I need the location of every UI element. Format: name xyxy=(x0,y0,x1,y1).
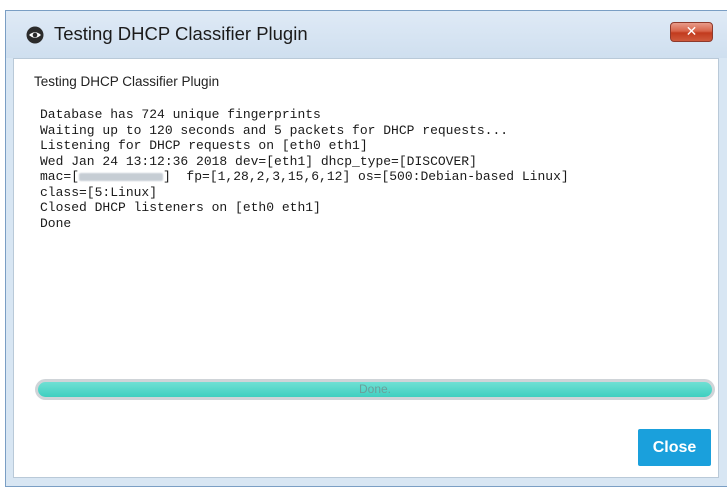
log-line: class=[5:Linux] xyxy=(40,184,158,200)
window-title: Testing DHCP Classifier Plugin xyxy=(54,23,308,44)
dialog-window: Testing DHCP Classifier Plugin ✕ Testing… xyxy=(5,10,727,487)
progress-bar: Done. xyxy=(35,379,715,400)
window-close-button[interactable]: ✕ xyxy=(670,22,713,42)
log-line: Waiting up to 120 seconds and 5 packets … xyxy=(40,122,509,138)
log-line: Closed DHCP listeners on [eth0 eth1] xyxy=(40,200,321,215)
log-output: Database has 724 unique fingerprints Wai… xyxy=(40,107,569,231)
log-line: Listening for DHCP requests on [eth0 eth… xyxy=(40,138,368,153)
title-bar[interactable]: Testing DHCP Classifier Plugin ✕ xyxy=(6,11,727,58)
progress-label: Done. xyxy=(358,382,392,396)
close-icon: ✕ xyxy=(685,24,698,40)
dialog-heading: Testing DHCP Classifier Plugin xyxy=(34,74,220,89)
log-line: Wed Jan 24 13:12:36 2018 dev=[eth1] dhcp… xyxy=(40,153,477,169)
close-button[interactable]: Close xyxy=(638,429,711,466)
log-line: ] fp=[1,28,2,3,15,6,12] os=[500:Debian-b… xyxy=(163,169,569,184)
dialog-content: Testing DHCP Classifier Plugin Database … xyxy=(13,58,719,478)
log-line: Done xyxy=(40,215,72,231)
log-line: mac=[ xyxy=(40,169,80,184)
app-eye-icon xyxy=(26,26,44,44)
log-line: Database has 724 unique fingerprints xyxy=(40,107,321,122)
redacted-mac-address xyxy=(79,172,164,181)
